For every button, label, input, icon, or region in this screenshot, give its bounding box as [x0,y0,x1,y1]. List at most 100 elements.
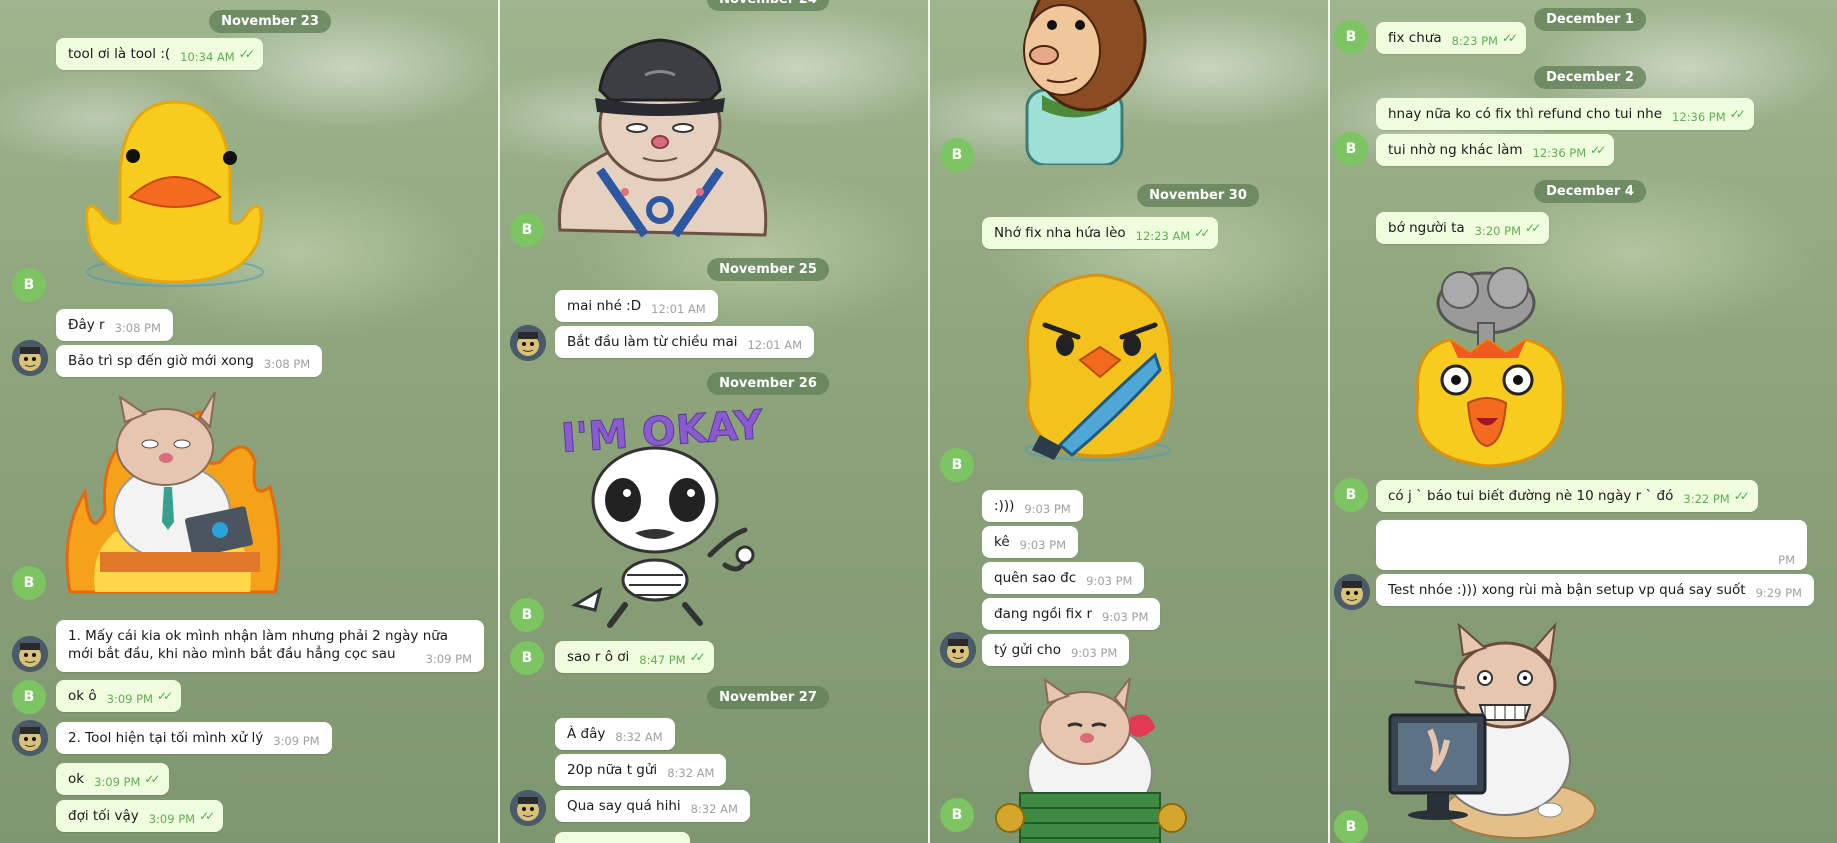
message-time: 8:32 AM [690,802,738,816]
sticker-duck[interactable] [70,92,280,292]
avatar[interactable]: B [1334,132,1368,166]
avatar[interactable]: B [1334,810,1368,843]
message-bubble-outgoing[interactable]: hnay nữa ko có fix thì refund cho tui nh… [1376,98,1754,130]
message-time: 9:03 PM [1086,574,1133,588]
message-text: bớ người ta [1388,220,1465,236]
avatar[interactable]: B [12,680,46,714]
message-bubble-incoming[interactable]: 20p nữa t gửi 8:32 AM [555,754,727,786]
message-time: 12:36 PM [1532,146,1587,160]
sticker-monkey[interactable] [1002,0,1147,165]
message-bubble-outgoing[interactable]: đợi tối vậy 3:09 PM ✓✓ [56,800,224,832]
message-time: 3:09 PM [273,734,320,748]
message-bubble-outgoing[interactable]: fix chưa 8:23 PM ✓✓ [1376,22,1527,54]
message-bubble-incoming[interactable]: tý gửi cho 9:03 PM [982,634,1130,666]
date-separator: November 27 [707,686,829,709]
message-bubble-incoming[interactable]: À đây 8:32 AM [555,718,675,750]
date-separator: December 2 [1534,66,1646,89]
message-bubble-incoming[interactable]: Test nhóe :))) xong rùi mà bận setup vp … [1376,574,1814,606]
message-text: :))) [994,498,1015,514]
message-bubble-incoming[interactable]: Đây r 3:08 PM [56,309,173,341]
message-text: tool ơi là tool :( [68,46,171,62]
message-time: 12:01 AM [651,302,706,316]
sticker-cat-fire[interactable] [60,392,285,602]
message-bubble-incoming[interactable]: kê 9:03 PM [982,526,1078,558]
message-bubble-incoming[interactable]: 1. Mấy cái kia ok mình nhận làm nhưng ph… [56,620,484,672]
avatar[interactable] [12,636,48,672]
message-bubble-incoming[interactable]: Bảo trì sp đến giờ mới xong 3:08 PM [56,345,323,377]
message-bubble-outgoing[interactable]: ok 3:09 PM ✓✓ [56,763,169,795]
message-bubble-incoming[interactable]: quên sao đc 9:03 PM [982,562,1145,594]
screenshot-strip: November 23 tool ơi là tool :(10:34 AM ✓✓… [0,0,1837,843]
message-bubble-outgoing[interactable]: ok ô 3:09 PM ✓✓ [56,680,182,712]
avatar[interactable]: B [12,268,46,302]
sticker-duck-knife[interactable] [1010,265,1180,465]
avatar[interactable] [510,325,546,361]
message-bubble-outgoing[interactable]: có j ` báo tui biết đường nè 10 ngày r `… [1376,480,1758,512]
avatar[interactable] [12,720,48,756]
message-bubble-outgoing-partial[interactable] [555,832,690,843]
avatar[interactable] [940,632,976,668]
message-time: 8:23 PM [1451,34,1498,48]
message-bubble-incoming[interactable]: mai nhé :D 12:01 AM [555,290,718,322]
chat-panel-2[interactable]: November 24 B November 25 mai nhé [500,0,930,843]
message-text: tý gửi cho [994,642,1061,658]
message-bubble-outgoing[interactable]: bớ người ta 3:20 PM ✓✓ [1376,212,1550,244]
message-text: đợi tối vậy [68,808,139,824]
date-separator: December 4 [1534,180,1646,203]
sticker-cat-hat[interactable] [555,20,770,240]
message-bubble-incoming[interactable]: Qua say quá hihi 8:32 AM [555,790,750,822]
avatar[interactable] [510,790,546,826]
message-text: 2. Tool hiện tại tối mình xử lý [68,730,264,746]
message-time: 3:09 PM [425,652,472,666]
message-time: 3:09 PM [106,692,153,706]
message-bubble-incoming[interactable]: đang ngồi fix r 9:03 PM [982,598,1161,630]
message-text: 20p nữa t gửi [567,762,658,778]
avatar[interactable]: B [510,598,544,632]
message-time: 3:22 PM [1683,492,1730,506]
avatar[interactable]: B [940,448,974,482]
message-text: Qua say quá hihi [567,798,681,814]
message-text: đang ngồi fix r [994,606,1093,622]
avatar[interactable]: B [940,798,974,832]
double-check-icon: ✓✓ [199,809,215,823]
message-bubble-outgoing[interactable]: Nhớ fix nha hứa lèo 12:23 AM ✓✓ [982,217,1219,249]
double-check-icon: ✓✓ [156,689,173,703]
message-text: Đây r [68,317,105,333]
message-bubble-outgoing[interactable]: sao r ô ơi 8:47 PM ✓✓ [555,641,714,673]
avatar[interactable] [12,340,48,376]
avatar[interactable]: B [1334,478,1368,512]
message-text: Test nhóe :))) xong rùi mà bận setup vp … [1388,582,1746,598]
chat-panel-1[interactable]: November 23 tool ơi là tool :(10:34 AM ✓✓… [0,0,500,843]
message-text: hnay nữa ko có fix thì refund cho tui nh… [1388,106,1663,122]
message-text: 1. Mấy cái kia ok mình nhận làm nhưng ph… [68,628,449,662]
sticker-cat-computer[interactable] [1385,620,1600,840]
avatar[interactable]: B [510,641,544,675]
message-bubble-incoming[interactable]: :))) 9:03 PM [982,490,1083,522]
message-text: À đây [567,726,606,742]
sticker-im-okay[interactable]: I'M OKAY [555,405,770,630]
double-check-icon: ✓✓ [1590,143,1606,157]
message-time: 3:08 PM [263,357,311,371]
avatar[interactable]: B [1334,20,1368,54]
message-bubble-incoming[interactable]: Bắt đầu làm từ chiều mai 12:01 AM [555,326,815,358]
message-time: 9:03 PM [1019,538,1066,552]
message-bubble-outgoing[interactable]: tui nhờ ng khác làm 12:36 PM ✓✓ [1376,134,1615,166]
double-check-icon: ✓✓ [689,650,706,664]
avatar[interactable]: B [510,213,544,247]
double-check-icon: ✓✓ [1525,221,1541,235]
avatar[interactable]: B [12,566,46,600]
chat-panel-3[interactable]: B November 30 Nhớ fix nha hứa lèo 12:23 A… [930,0,1330,843]
sticker-duck-explode[interactable] [1398,258,1578,473]
message-bubble-outgoing[interactable]: tool ơi là tool :(10:34 AM ✓✓ [56,38,263,70]
message-bubble-incoming[interactable]: 2. Tool hiện tại tối mình xử lý 3:09 PM [56,722,332,754]
message-time: 12:23 AM [1135,229,1191,243]
message-time: 9:03 PM [1024,502,1071,516]
avatar[interactable]: B [940,138,974,172]
message-time: 9:03 PM [1102,610,1149,624]
avatar[interactable] [1334,574,1370,610]
sticker-cat-money[interactable] [990,678,1190,843]
message-time: 12:36 PM [1672,110,1726,124]
message-bubble-incoming-blank[interactable]: PM [1376,520,1807,570]
message-time: 9:03 PM [1070,646,1118,660]
chat-panel-4[interactable]: December 1 fix chưa 8:23 PM ✓✓ B December … [1330,0,1837,843]
